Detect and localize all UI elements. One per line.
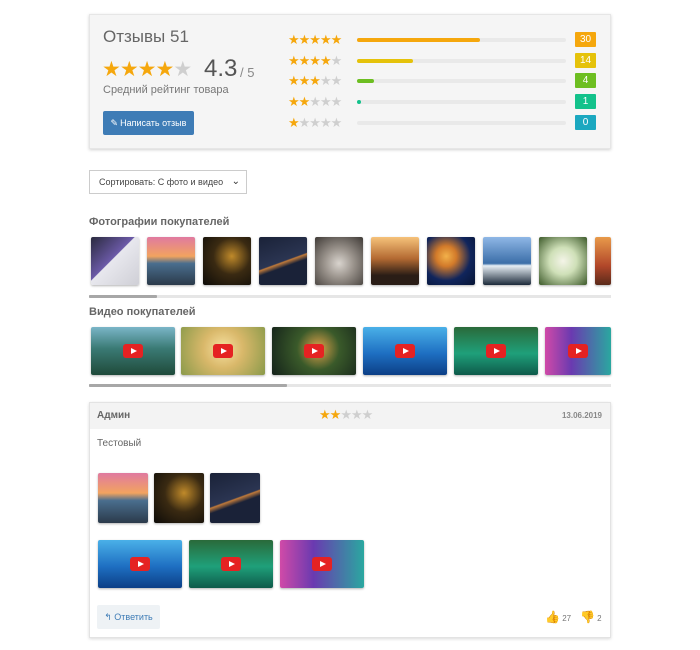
chevron-down-icon: ⌄ bbox=[231, 176, 240, 187]
videos-scrollbar-thumb[interactable] bbox=[89, 384, 288, 387]
thumbs-up-icon[interactable]: 👍 bbox=[545, 610, 560, 624]
customer-photos-title: Фотографии покупателей bbox=[89, 216, 230, 228]
sort-selected-value: Сортировать: С фото и видео bbox=[99, 177, 224, 187]
youtube-play-icon bbox=[213, 344, 233, 358]
write-review-button[interactable]: ✎ Написать отзыв bbox=[103, 111, 194, 135]
rating-bar-track bbox=[357, 79, 566, 83]
photo-thumb-hydrangea[interactable] bbox=[539, 237, 587, 285]
photos-scrollbar-thumb[interactable] bbox=[89, 295, 157, 298]
star-icon: ★ bbox=[102, 58, 121, 81]
reply-button[interactable]: ↰ Ответить bbox=[97, 605, 160, 629]
rating-row-3[interactable]: ★★★★★ 4 bbox=[288, 73, 600, 89]
youtube-play-icon bbox=[568, 344, 588, 358]
review-video-dolphins[interactable] bbox=[98, 540, 182, 588]
review-stars: ★★★★★ bbox=[319, 407, 373, 422]
review-video-waterfall[interactable] bbox=[280, 540, 364, 588]
review-text: Тестовый bbox=[97, 438, 142, 449]
photo-thumb-laptop[interactable] bbox=[91, 237, 139, 285]
thumbs-down-icon[interactable]: 👎 bbox=[580, 610, 595, 624]
reply-label: Ответить bbox=[114, 612, 153, 622]
rating-row-1[interactable]: ★★★★★ 0 bbox=[288, 115, 600, 131]
youtube-play-icon bbox=[395, 344, 415, 358]
rating-bar-track bbox=[357, 100, 566, 104]
likes-count: 27 bbox=[562, 614, 572, 623]
review-video-tropical-river[interactable] bbox=[189, 540, 273, 588]
sort-select[interactable]: Сортировать: С фото и видео ⌄ bbox=[89, 170, 247, 194]
videos-scrollbar[interactable] bbox=[89, 384, 611, 387]
average-label: Средний рейтинг товара bbox=[103, 84, 229, 96]
video-thumb-meditation[interactable] bbox=[181, 327, 265, 375]
review-card: Админ ★★★★★ 13.06.2019 Тестовый ↰ Ответи… bbox=[89, 402, 611, 638]
row-stars: ★★★★★ bbox=[288, 53, 342, 68]
rating-bar-track bbox=[357, 121, 566, 125]
video-thumb-jungle[interactable] bbox=[91, 327, 175, 375]
dislikes-count: 2 bbox=[597, 614, 602, 623]
review-date: 13.06.2019 bbox=[561, 411, 602, 420]
rating-bar-fill bbox=[357, 38, 481, 42]
average-rating: 4.3 bbox=[204, 55, 238, 82]
star-icon: ★ bbox=[173, 58, 192, 81]
customer-videos-title: Видео покупателей bbox=[89, 306, 196, 318]
row-stars: ★★★★★ bbox=[288, 73, 342, 88]
video-thumb-waterfall[interactable] bbox=[545, 327, 611, 375]
photos-scrollbar[interactable] bbox=[89, 295, 611, 298]
reviews-title: Отзывы 51 bbox=[103, 27, 189, 46]
video-thumb-dolphins[interactable] bbox=[363, 327, 447, 375]
row-stars: ★★★★★ bbox=[288, 115, 342, 130]
review-photo-dark-landscape[interactable] bbox=[154, 473, 204, 523]
row-stars: ★★★★★ bbox=[288, 32, 342, 47]
rating-row-4[interactable]: ★★★★★ 14 bbox=[288, 53, 600, 69]
average-out-of: / 5 bbox=[240, 65, 255, 80]
photo-thumb-dancer[interactable] bbox=[259, 237, 307, 285]
rating-count-badge: 4 bbox=[575, 73, 596, 88]
average-stars: ★★★★★ bbox=[102, 58, 192, 81]
reply-icon: ↰ bbox=[104, 612, 112, 622]
rating-bar-fill bbox=[357, 59, 414, 63]
photo-thumb-autumn[interactable] bbox=[595, 237, 611, 285]
rating-count-badge: 0 bbox=[575, 115, 596, 130]
row-stars: ★★★★★ bbox=[288, 94, 342, 109]
youtube-play-icon bbox=[221, 557, 241, 571]
photo-thumb-pier-sunset[interactable] bbox=[147, 237, 195, 285]
video-thumb-tropical-river[interactable] bbox=[454, 327, 538, 375]
youtube-play-icon bbox=[130, 557, 150, 571]
photo-thumb-dark-landscape[interactable] bbox=[203, 237, 251, 285]
star-icon: ★ bbox=[119, 58, 139, 81]
youtube-play-icon bbox=[123, 344, 143, 358]
pencil-icon: ✎ bbox=[110, 118, 119, 128]
review-author: Админ bbox=[97, 410, 131, 421]
write-review-label: Написать отзыв bbox=[120, 118, 187, 128]
review-photo-pier-sunset[interactable] bbox=[98, 473, 148, 523]
rating-summary: Отзывы 51 ★★★★★ 4.3 / 5 Средний рейтинг … bbox=[89, 14, 611, 149]
rating-bar-fill bbox=[357, 79, 374, 83]
review-votes: 👍 27 👎 2 bbox=[545, 610, 602, 624]
rating-count-badge: 14 bbox=[575, 53, 596, 68]
star-icon: ★ bbox=[155, 58, 174, 81]
rating-row-2[interactable]: ★★★★★ 1 bbox=[288, 94, 600, 110]
rating-bar-fill bbox=[357, 100, 362, 104]
video-thumb-fairy-forest[interactable] bbox=[272, 327, 356, 375]
youtube-play-icon bbox=[304, 344, 324, 358]
photo-thumb-koala[interactable] bbox=[315, 237, 363, 285]
photo-thumb-pine-trees[interactable] bbox=[371, 237, 419, 285]
review-header: Админ ★★★★★ 13.06.2019 bbox=[90, 403, 610, 429]
photo-thumb-penguins[interactable] bbox=[483, 237, 531, 285]
rating-bar-track bbox=[357, 38, 566, 42]
rating-count-badge: 30 bbox=[575, 32, 596, 47]
rating-bar-track bbox=[357, 59, 566, 63]
youtube-play-icon bbox=[312, 557, 332, 571]
rating-row-5[interactable]: ★★★★★ 30 bbox=[288, 32, 600, 48]
review-photo-dancer[interactable] bbox=[210, 473, 260, 523]
rating-count-badge: 1 bbox=[575, 94, 596, 109]
photo-thumb-jellyfish[interactable] bbox=[427, 237, 475, 285]
star-icon: ★ bbox=[137, 58, 157, 81]
youtube-play-icon bbox=[486, 344, 506, 358]
